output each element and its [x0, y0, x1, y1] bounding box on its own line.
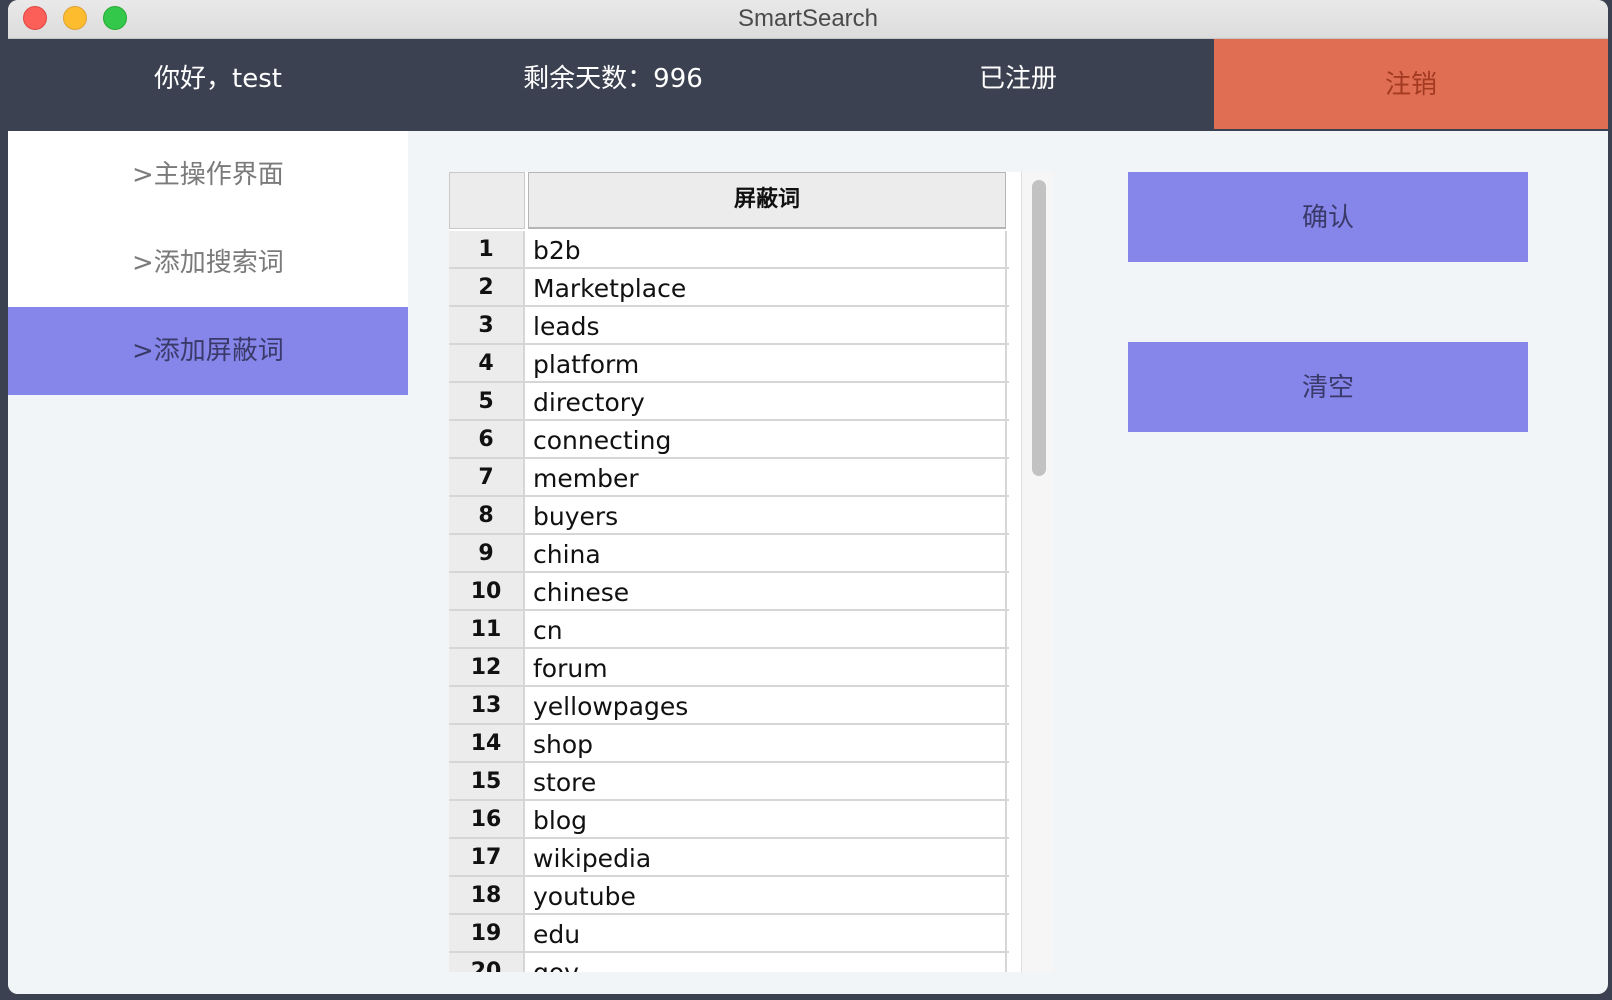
table-row[interactable]: 4 platform: [449, 345, 1009, 383]
block-term-cell[interactable]: edu: [529, 915, 1007, 951]
days-remaining: 剩余天数：996: [523, 64, 703, 94]
block-term-cell[interactable]: shop: [529, 725, 1007, 761]
block-term-cell[interactable]: platform: [529, 345, 1007, 381]
table-scrollbar[interactable]: [1021, 172, 1054, 972]
app-window: SmartSearch 你好，test 剩余天数：996 已注册 注销 >主操作…: [8, 0, 1608, 994]
block-term-cell[interactable]: connecting: [529, 421, 1007, 457]
block-term-cell[interactable]: chinese: [529, 573, 1007, 609]
block-term-cell[interactable]: store: [529, 763, 1007, 799]
row-number: 19: [449, 915, 525, 951]
title-bar: SmartSearch: [8, 0, 1608, 39]
row-number: 8: [449, 497, 525, 533]
table-row[interactable]: 3 leads: [449, 307, 1009, 345]
row-number: 13: [449, 687, 525, 723]
row-number: 5: [449, 383, 525, 419]
table-row[interactable]: 12 forum: [449, 649, 1009, 687]
table-corner-header: [449, 172, 525, 229]
registration-status: 已注册: [978, 64, 1057, 94]
table-row[interactable]: 16 blog: [449, 801, 1009, 839]
block-term-cell[interactable]: cn: [529, 611, 1007, 647]
row-number: 6: [449, 421, 525, 457]
table-row[interactable]: 10 chinese: [449, 573, 1009, 611]
logout-button[interactable]: 注销: [1214, 39, 1608, 129]
table-row[interactable]: 18 youtube: [449, 877, 1009, 915]
row-number: 14: [449, 725, 525, 761]
table-row[interactable]: 14 shop: [449, 725, 1009, 763]
row-number: 9: [449, 535, 525, 571]
table-row[interactable]: 8 buyers: [449, 497, 1009, 535]
row-number: 7: [449, 459, 525, 495]
sidebar-item-add-block-terms[interactable]: >添加屏蔽词: [8, 307, 408, 395]
header-bar: 你好，test 剩余天数：996 已注册 注销: [8, 39, 1608, 131]
table-row[interactable]: 13 yellowpages: [449, 687, 1009, 725]
table-row[interactable]: 19 edu: [449, 915, 1009, 953]
column-header-block-term[interactable]: 屏蔽词: [528, 172, 1006, 229]
table-row[interactable]: 11 cn: [449, 611, 1009, 649]
row-number: 18: [449, 877, 525, 913]
block-term-cell[interactable]: wikipedia: [529, 839, 1007, 875]
table-row[interactable]: 15 store: [449, 763, 1009, 801]
table-row[interactable]: 17 wikipedia: [449, 839, 1009, 877]
row-number: 1: [449, 231, 525, 267]
row-number: 10: [449, 573, 525, 609]
block-term-cell[interactable]: b2b: [529, 231, 1007, 267]
table-row[interactable]: 5 directory: [449, 383, 1009, 421]
confirm-button[interactable]: 确认: [1128, 172, 1528, 262]
table-row[interactable]: 1 b2b: [449, 231, 1009, 269]
block-term-cell[interactable]: youtube: [529, 877, 1007, 913]
row-number: 3: [449, 307, 525, 343]
row-number: 16: [449, 801, 525, 837]
row-number: 17: [449, 839, 525, 875]
scrollbar-thumb[interactable]: [1032, 180, 1046, 476]
block-term-cell[interactable]: buyers: [529, 497, 1007, 533]
sidebar: >主操作界面 >添加搜索词 >添加屏蔽词: [8, 131, 408, 994]
window-title: SmartSearch: [737, 5, 879, 32]
table-row[interactable]: 20gov: [449, 953, 1009, 972]
block-term-cell[interactable]: gov: [529, 953, 1007, 972]
table-body: 1 b2b 2 Marketplace 3 leads 4 platform 5 dire…: [449, 231, 1009, 972]
block-term-cell[interactable]: forum: [529, 649, 1007, 685]
sidebar-item-main[interactable]: >主操作界面: [8, 131, 408, 219]
block-term-cell[interactable]: directory: [529, 383, 1007, 419]
block-term-cell[interactable]: Marketplace: [529, 269, 1007, 305]
row-number: 15: [449, 763, 525, 799]
block-term-cell[interactable]: blog: [529, 801, 1007, 837]
block-term-cell[interactable]: leads: [529, 307, 1007, 343]
row-number: 4: [449, 345, 525, 381]
sidebar-item-add-search-terms[interactable]: >添加搜索词: [8, 219, 408, 307]
table-row[interactable]: 9 china: [449, 535, 1009, 573]
row-number: 11: [449, 611, 525, 647]
table-row[interactable]: 7 member: [449, 459, 1009, 497]
row-number: 20: [449, 953, 525, 972]
row-number: 2: [449, 269, 525, 305]
row-number: 12: [449, 649, 525, 685]
block-terms-table: 屏蔽词 1 b2b 2 Marketplace 3 leads 4 platform 5…: [449, 172, 1049, 972]
block-term-cell[interactable]: china: [529, 535, 1007, 571]
block-term-cell[interactable]: yellowpages: [529, 687, 1007, 723]
table-row[interactable]: 6 connecting: [449, 421, 1009, 459]
user-greeting: 你好，test: [154, 64, 282, 94]
clear-button[interactable]: 清空: [1128, 342, 1528, 432]
block-term-cell[interactable]: member: [529, 459, 1007, 495]
table-row[interactable]: 2 Marketplace: [449, 269, 1009, 307]
